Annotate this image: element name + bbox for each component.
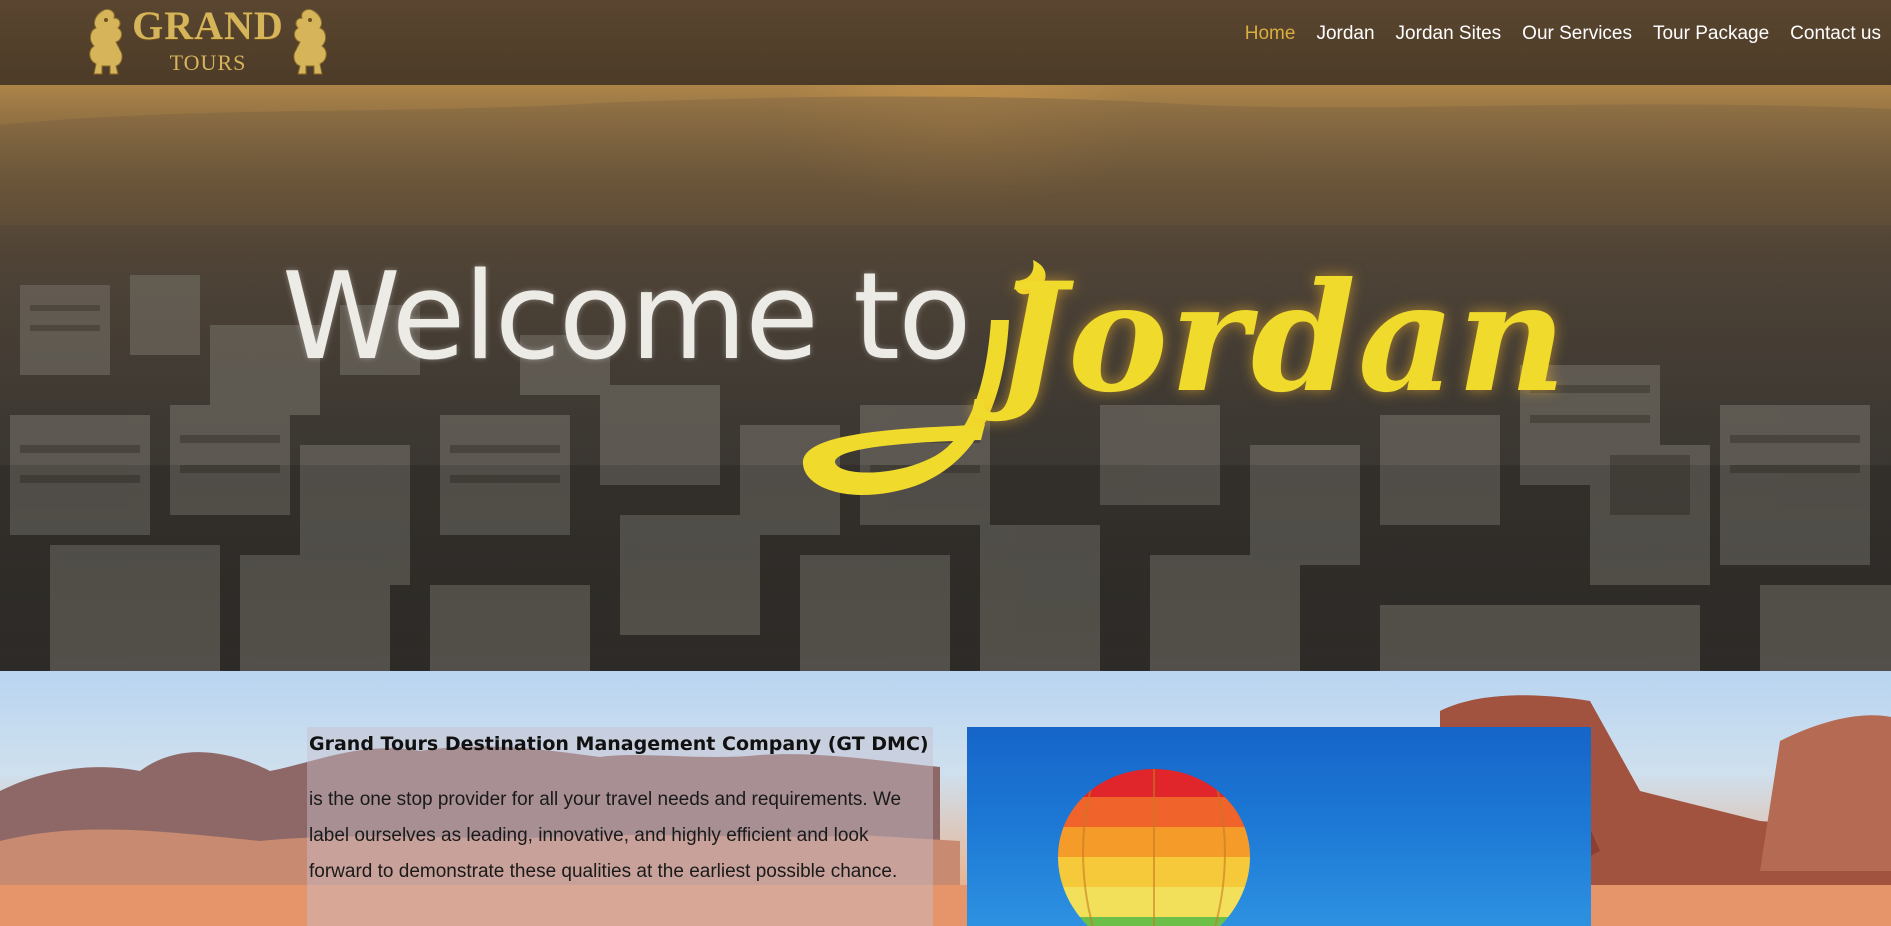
lion-crest-icon xyxy=(293,9,327,75)
hot-air-balloon-image xyxy=(967,727,1591,926)
main-nav: Home Jordan Jordan Sites Our Services To… xyxy=(1234,22,1891,46)
about-title: Grand Tours Destination Management Compa… xyxy=(309,733,929,755)
logo-sub-text: TOURS xyxy=(169,50,247,75)
about-section: Grand Tours Destination Management Compa… xyxy=(0,671,1891,926)
logo-brand-text: GRAND xyxy=(132,3,284,48)
lion-crest-icon xyxy=(89,9,123,75)
balloon-graphic xyxy=(1058,769,1250,926)
wadi-rum-desert-image xyxy=(0,695,1891,926)
nav-jordan-sites[interactable]: Jordan Sites xyxy=(1385,22,1512,46)
hero-jordan-text: Jordan xyxy=(995,250,1569,426)
hero-banner: Welcome to Jordan xyxy=(0,85,1891,671)
nav-home[interactable]: Home xyxy=(1234,22,1306,46)
nav-tour-package[interactable]: Tour Package xyxy=(1642,22,1779,46)
site-header: GRAND TOURS Home Jordan Jordan Sites Our… xyxy=(0,0,1891,85)
grand-tours-logo[interactable]: GRAND TOURS xyxy=(80,4,336,80)
about-description: is the one stop provider for all your tr… xyxy=(309,789,902,882)
nav-jordan[interactable]: Jordan xyxy=(1305,22,1384,46)
nav-contact-us[interactable]: Contact us xyxy=(1779,22,1891,46)
nav-our-services[interactable]: Our Services xyxy=(1511,22,1642,46)
